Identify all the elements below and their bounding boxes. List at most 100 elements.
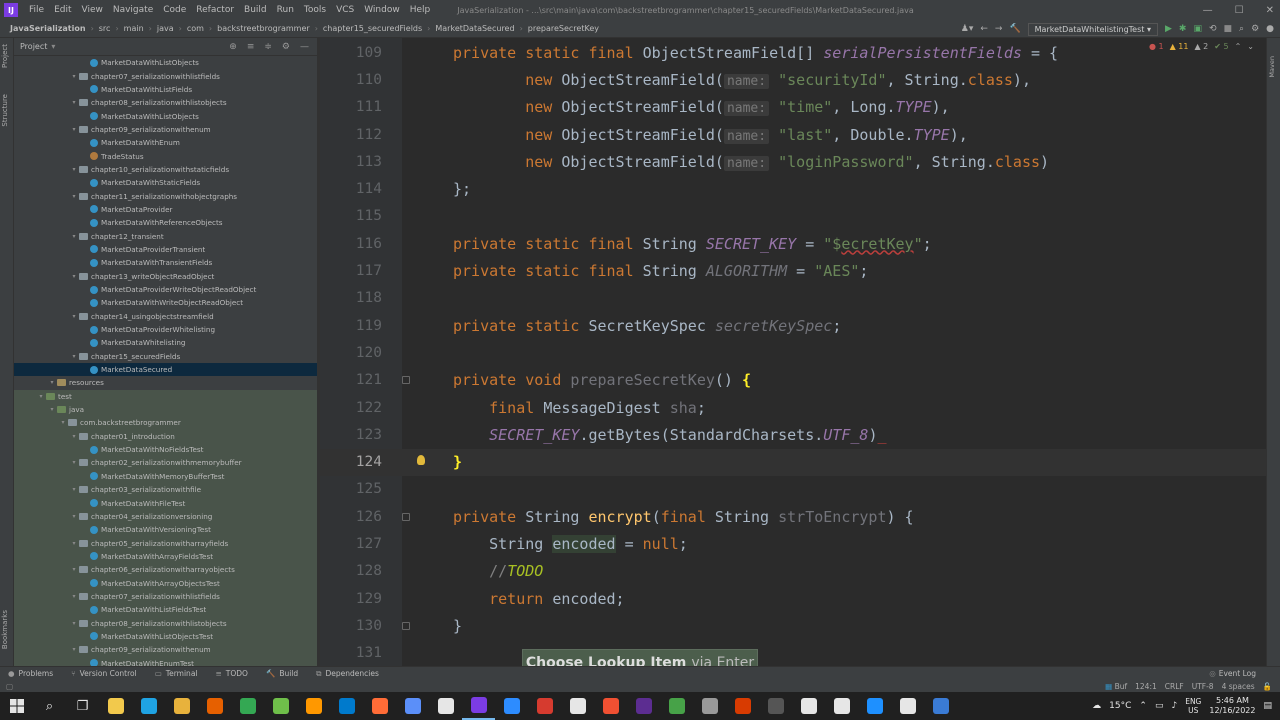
- tree-folder[interactable]: ▾ chapter10_serializationwithstaticfields: [14, 163, 317, 176]
- add-config-icon[interactable]: ♟▾: [961, 24, 974, 34]
- indent-setting[interactable]: 4 spaces: [1222, 682, 1255, 691]
- menu-edit[interactable]: Edit: [49, 5, 76, 15]
- tab-structure[interactable]: Structure: [1, 94, 9, 127]
- zoom-icon[interactable]: [495, 692, 528, 720]
- code-line[interactable]: 116 private static final String SECRET_KE…: [320, 230, 1266, 257]
- tool-tab-build[interactable]: 🔨 Build: [258, 669, 308, 679]
- tree-file[interactable]: MarketDataWithArrayObjectsTest: [14, 576, 317, 590]
- chevron-down-icon[interactable]: ▾: [58, 419, 68, 426]
- menu-help[interactable]: Help: [405, 5, 436, 15]
- user-icon[interactable]: ●: [1266, 24, 1274, 34]
- breadcrumb-item[interactable]: prepareSecretKey: [526, 24, 601, 33]
- app3-icon[interactable]: [528, 692, 561, 720]
- tree-file[interactable]: MarketDataProviderWriteObjectReadObject: [14, 283, 317, 296]
- chevron-down-icon[interactable]: ▾: [47, 379, 57, 386]
- code-line[interactable]: 120: [320, 339, 1266, 366]
- task-view-icon[interactable]: ❐: [66, 692, 99, 720]
- breadcrumb-item[interactable]: com: [185, 24, 206, 33]
- breadcrumb-item[interactable]: java: [155, 24, 176, 33]
- fold-marker-icon[interactable]: [402, 622, 410, 630]
- tree-file[interactable]: MarketDataWithListObjects: [14, 109, 317, 122]
- tab-maven[interactable]: Maven: [1268, 56, 1276, 78]
- tree-folder[interactable]: ▾ resources: [14, 376, 317, 389]
- code-line[interactable]: 126 private String encrypt(final String s…: [320, 503, 1266, 530]
- tree-file[interactable]: MarketDataProviderTransient: [14, 243, 317, 256]
- windows-start-icon[interactable]: [0, 692, 33, 720]
- line-separator[interactable]: CRLF: [1165, 682, 1184, 691]
- chevron-down-icon[interactable]: ▾: [36, 393, 46, 400]
- chevron-down-icon[interactable]: ▾: [69, 353, 79, 360]
- app2-icon[interactable]: [429, 692, 462, 720]
- project-panel-title[interactable]: Project: [20, 42, 47, 51]
- breadcrumb-item[interactable]: src: [97, 24, 113, 33]
- code-line[interactable]: 110 new ObjectStreamField(name: "securit…: [320, 66, 1266, 93]
- chevron-down-icon[interactable]: ▾: [69, 513, 79, 520]
- menu-file[interactable]: File: [24, 5, 49, 15]
- code-line[interactable]: 118: [320, 285, 1266, 312]
- file-encoding[interactable]: UTF-8: [1192, 682, 1214, 691]
- chevron-down-icon[interactable]: ▾: [69, 166, 79, 173]
- search-icon[interactable]: ⌕: [33, 692, 66, 720]
- lock-icon[interactable]: 🔓: [1263, 682, 1272, 691]
- menu-vcs[interactable]: VCS: [331, 5, 359, 15]
- gear-icon[interactable]: ⚙: [1251, 24, 1259, 34]
- sublime-icon[interactable]: [297, 692, 330, 720]
- menu-navigate[interactable]: Navigate: [108, 5, 158, 15]
- code-line[interactable]: 114};: [320, 176, 1266, 203]
- tree-folder[interactable]: ▾ chapter09_serializationwithenum: [14, 643, 317, 657]
- postman-icon[interactable]: [363, 692, 396, 720]
- expand-all-icon[interactable]: ≡: [247, 42, 255, 52]
- tree-folder[interactable]: ▾ chapter06_serializationwitharrayobjects: [14, 563, 317, 577]
- firefox-icon[interactable]: [198, 692, 231, 720]
- code-line[interactable]: 113 new ObjectStreamField(name: "loginPa…: [320, 148, 1266, 175]
- explorer-icon[interactable]: [99, 692, 132, 720]
- clock[interactable]: 5:46 AM 12/16/2022: [1209, 696, 1255, 716]
- fold-marker-icon[interactable]: [402, 513, 410, 521]
- code-line[interactable]: 127 String encoded = null;: [320, 530, 1266, 557]
- network-icon[interactable]: ▭: [1155, 701, 1164, 711]
- tree-folder[interactable]: ▾ chapter08_serializationwithlistobjects: [14, 96, 317, 109]
- search-icon[interactable]: ⌕: [1239, 24, 1244, 34]
- vs-icon[interactable]: [627, 692, 660, 720]
- hammer-icon[interactable]: 🔨: [1009, 24, 1020, 34]
- menu-refactor[interactable]: Refactor: [191, 5, 239, 15]
- maximize-icon[interactable]: ☐: [1235, 5, 1244, 16]
- code-line[interactable]: 123 SECRET_KEY.getBytes(StandardCharsets…: [320, 421, 1266, 448]
- menu-code[interactable]: Code: [158, 5, 191, 15]
- tree-folder[interactable]: ▾ chapter05_serializationwitharrayfields: [14, 536, 317, 550]
- settings-icon[interactable]: ⚙: [282, 42, 290, 52]
- tree-file[interactable]: MarketDataWithArrayFieldsTest: [14, 549, 317, 564]
- code-line[interactable]: 115: [320, 203, 1266, 230]
- hide-icon[interactable]: —: [300, 42, 309, 52]
- run-icon[interactable]: ▶: [1165, 24, 1172, 34]
- chevron-down-icon[interactable]: ▾: [47, 406, 57, 413]
- tray-expand-icon[interactable]: ⌃: [1139, 701, 1147, 711]
- close-icon[interactable]: ✕: [1266, 5, 1274, 16]
- app4-icon[interactable]: [561, 692, 594, 720]
- back-icon[interactable]: ←: [980, 24, 988, 34]
- tree-folder[interactable]: ▾ com.backstreetbrogrammer: [14, 416, 317, 430]
- notepad-icon[interactable]: [264, 692, 297, 720]
- intellij-icon[interactable]: [462, 692, 495, 720]
- chevron-down-icon[interactable]: ▾: [69, 540, 79, 547]
- tool-tab-terminal[interactable]: ▭ Terminal: [147, 669, 208, 679]
- collapse-all-icon[interactable]: ≑: [264, 42, 272, 52]
- menu-build[interactable]: Build: [239, 5, 272, 15]
- volume-icon[interactable]: ♪: [1171, 701, 1177, 711]
- tab-project[interactable]: Project: [1, 44, 9, 68]
- code-line[interactable]: 119 private static SecretKeySpec secretKe…: [320, 312, 1266, 339]
- tree-file[interactable]: MarketDataSecured: [14, 362, 317, 377]
- app-icon[interactable]: [396, 692, 429, 720]
- menu-window[interactable]: Window: [359, 5, 405, 15]
- vscode-icon[interactable]: [330, 692, 363, 720]
- word-icon[interactable]: [726, 692, 759, 720]
- files-icon[interactable]: [165, 692, 198, 720]
- menu-tools[interactable]: Tools: [299, 5, 331, 15]
- breadcrumb-item[interactable]: backstreetbrogrammer: [215, 24, 312, 33]
- tree-file[interactable]: MarketDataWithMemoryBufferTest: [14, 469, 317, 483]
- code-line[interactable]: 109 private static final ObjectStreamFiel…: [320, 39, 1266, 66]
- tree-folder[interactable]: ▾ chapter07_serializationwithlistfields: [14, 69, 317, 82]
- profile-icon[interactable]: ⟲: [1209, 24, 1217, 34]
- breadcrumb-item[interactable]: chapter15_securedFields: [321, 24, 424, 33]
- temperature[interactable]: 15°C: [1109, 701, 1131, 711]
